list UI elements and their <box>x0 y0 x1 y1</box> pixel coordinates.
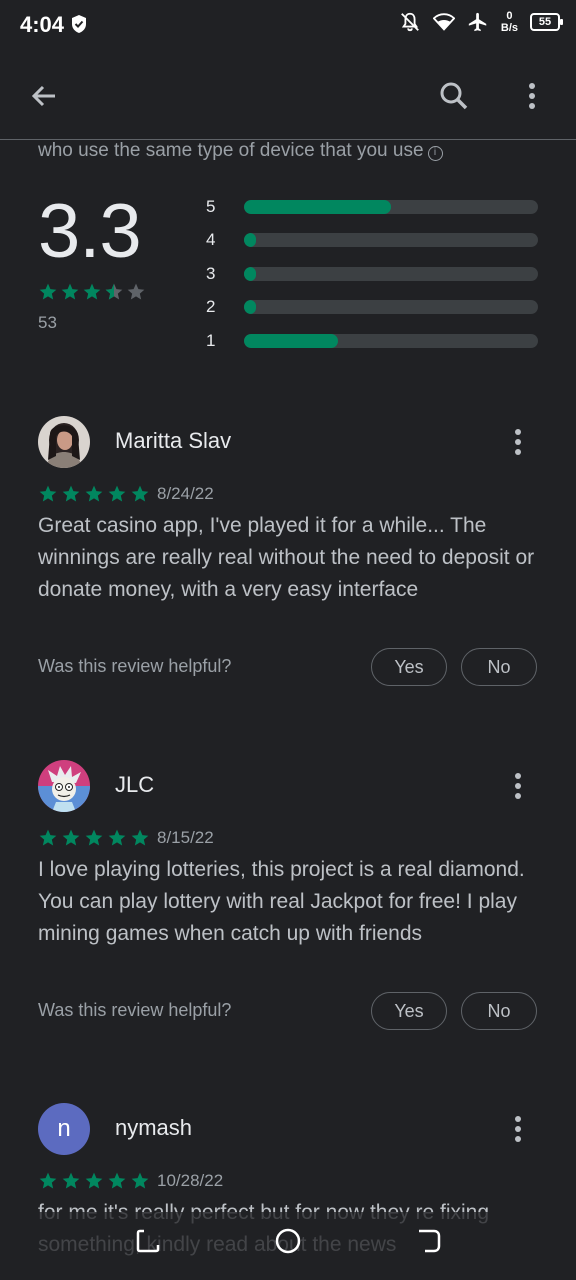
avatar[interactable]: n <box>38 1103 90 1155</box>
avatar-photo <box>38 416 90 468</box>
more-vert-icon[interactable] <box>504 768 532 804</box>
avatar[interactable] <box>38 760 90 812</box>
histogram-row: 2 <box>206 291 538 325</box>
helpful-yes-button[interactable]: Yes <box>371 992 447 1030</box>
star-icon <box>85 829 103 846</box>
rating-count: 53 <box>38 313 57 332</box>
histogram-bar <box>244 300 256 315</box>
review-stars <box>38 1171 150 1191</box>
reviewer-name: nymash <box>115 1115 193 1140</box>
histogram-track <box>244 333 538 348</box>
helpful-no-button[interactable]: No <box>461 648 537 686</box>
star-icon <box>85 1172 103 1189</box>
star-icon <box>83 283 101 300</box>
star-icon <box>85 485 103 502</box>
airplane-icon <box>468 12 487 32</box>
more-vert-icon[interactable] <box>504 424 532 460</box>
more-vert-icon[interactable] <box>514 78 550 114</box>
notifications-off-icon <box>400 12 419 32</box>
review-stars <box>38 828 150 848</box>
histogram-row: 3 <box>206 257 538 291</box>
device-note: who use the same type of device that you… <box>38 140 443 162</box>
histogram-track <box>244 300 538 315</box>
histogram-bar <box>244 266 256 281</box>
search-icon[interactable] <box>436 78 472 114</box>
review-stars <box>38 484 150 504</box>
star-icon <box>39 1172 57 1189</box>
more-vert-icon[interactable] <box>504 1111 532 1147</box>
histogram-track <box>244 266 538 281</box>
screen: 4:04 0 B/s 55 who use the same type of d… <box>0 0 576 1280</box>
status-time: 4:04 <box>20 12 65 37</box>
histogram-row: 1 <box>206 324 538 358</box>
helpful-no-button[interactable]: No <box>461 992 537 1030</box>
rating-histogram: 5 4 3 2 1 <box>206 190 538 358</box>
star-icon <box>62 1172 80 1189</box>
star-icon <box>108 1172 126 1189</box>
home-icon[interactable] <box>273 1226 303 1256</box>
star-icon <box>62 829 80 846</box>
histogram-label: 2 <box>206 297 216 317</box>
star-icon <box>127 283 145 300</box>
review-text[interactable]: Great casino app, I've played it for a w… <box>38 510 538 606</box>
star-icon <box>39 283 57 300</box>
star-icon <box>105 283 123 300</box>
review-text[interactable]: I love playing lotteries, this project i… <box>38 854 538 950</box>
histogram-track <box>244 233 538 248</box>
review-date: 8/15/22 <box>157 828 214 847</box>
star-icon <box>61 283 79 300</box>
star-icon <box>108 485 126 502</box>
histogram-row: 4 <box>206 224 538 258</box>
back-icon[interactable] <box>414 1226 444 1256</box>
histogram-bar <box>244 199 391 214</box>
star-icon <box>62 485 80 502</box>
star-icon <box>39 829 57 846</box>
wifi-icon <box>432 13 455 31</box>
histogram-label: 3 <box>206 263 216 283</box>
helpful-question: Was this review helpful? <box>38 1000 232 1020</box>
histogram-bar <box>244 233 256 248</box>
battery-icon: 55 <box>530 13 563 31</box>
helpful-question: Was this review helpful? <box>38 656 232 676</box>
histogram-row: 5 <box>206 190 538 224</box>
battery-level: 55 <box>538 16 552 28</box>
info-icon[interactable]: i <box>427 146 443 161</box>
star-icon <box>39 485 57 502</box>
network-speed: 0 B/s <box>500 10 518 34</box>
helpful-yes-button[interactable]: Yes <box>371 648 447 686</box>
avatar[interactable] <box>38 416 90 468</box>
star-icon <box>131 829 149 846</box>
histogram-label: 1 <box>206 330 216 350</box>
status-icons: 0 B/s 55 <box>399 10 563 34</box>
summary-stars <box>38 282 146 302</box>
histogram-label: 5 <box>206 196 216 216</box>
back-arrow-icon[interactable] <box>26 78 62 114</box>
status-bar: 4:04 0 B/s 55 <box>0 0 576 52</box>
star-icon <box>108 829 126 846</box>
review-date: 10/28/22 <box>157 1171 224 1190</box>
histogram-label: 4 <box>206 230 216 250</box>
review-date: 8/24/22 <box>157 484 214 503</box>
reviewer-name: Maritta Slav <box>115 428 232 453</box>
star-icon <box>131 1172 149 1189</box>
shield-icon <box>72 15 86 33</box>
histogram-track <box>244 199 538 214</box>
app-bar <box>0 52 576 140</box>
histogram-bar <box>244 333 339 348</box>
reviewer-name: JLC <box>115 772 155 797</box>
avatar-letter: n <box>57 1115 71 1142</box>
avatar-photo <box>38 760 90 812</box>
recents-icon[interactable] <box>133 1226 163 1256</box>
average-rating: 3.3 <box>38 189 142 274</box>
star-icon <box>131 485 149 502</box>
